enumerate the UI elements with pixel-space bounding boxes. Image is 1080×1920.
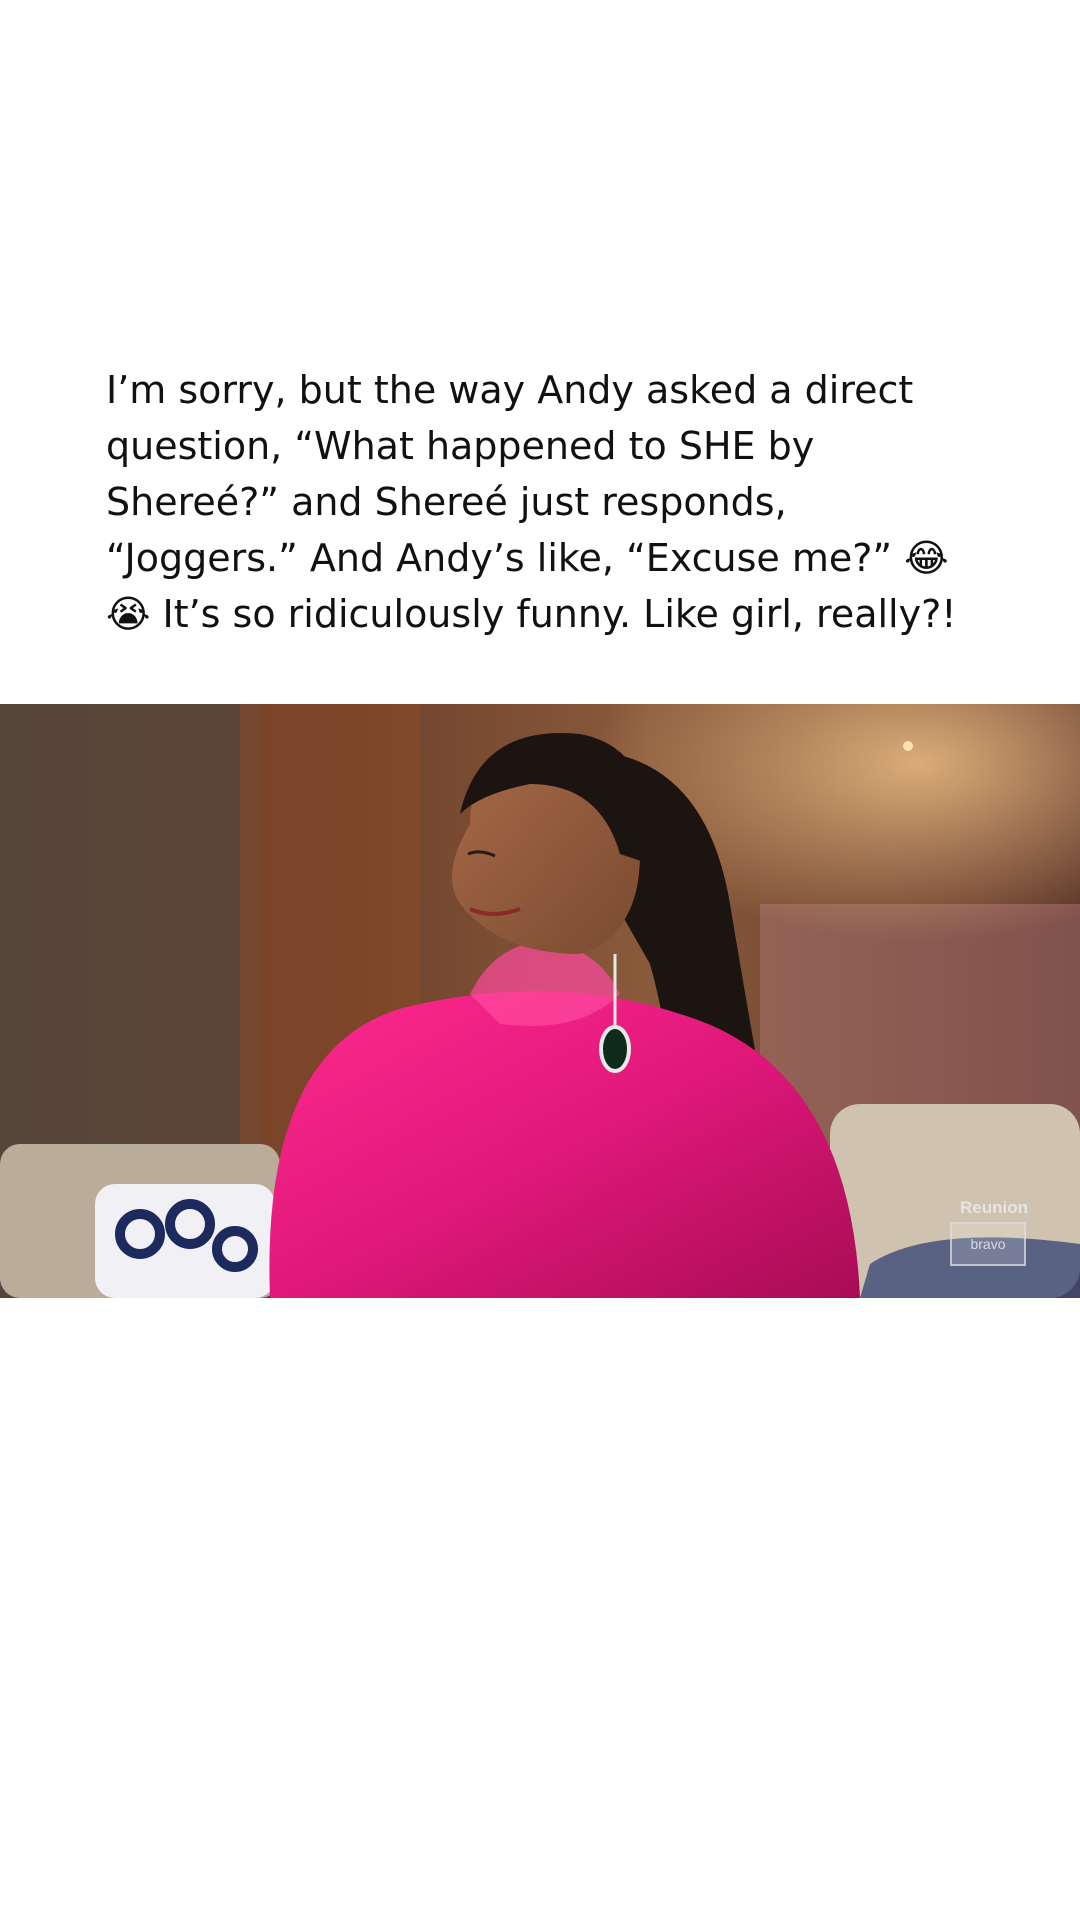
pillow [95,1184,275,1298]
post-screen: I’m sorry, but the way Andy asked a dire… [0,0,1080,1920]
caption-line: Shereé?” and Shereé just responds, [106,480,787,524]
network-logo: bravo [950,1222,1026,1266]
caption-line: 😭 It’s so ridiculously funny. Like girl,… [106,592,957,636]
reunion-watermark: Reunion [960,1198,1028,1217]
video-still [0,704,1080,1298]
caption-line: “Joggers.” And Andy’s like, “Excuse me?”… [106,536,949,580]
caption-line: question, “What happened to SHE by [106,424,815,468]
caption-line: I’m sorry, but the way Andy asked a dire… [106,368,914,412]
post-caption: I’m sorry, but the way Andy asked a dire… [106,362,1006,642]
video-frame[interactable]: Reunion bravo [0,704,1080,1298]
